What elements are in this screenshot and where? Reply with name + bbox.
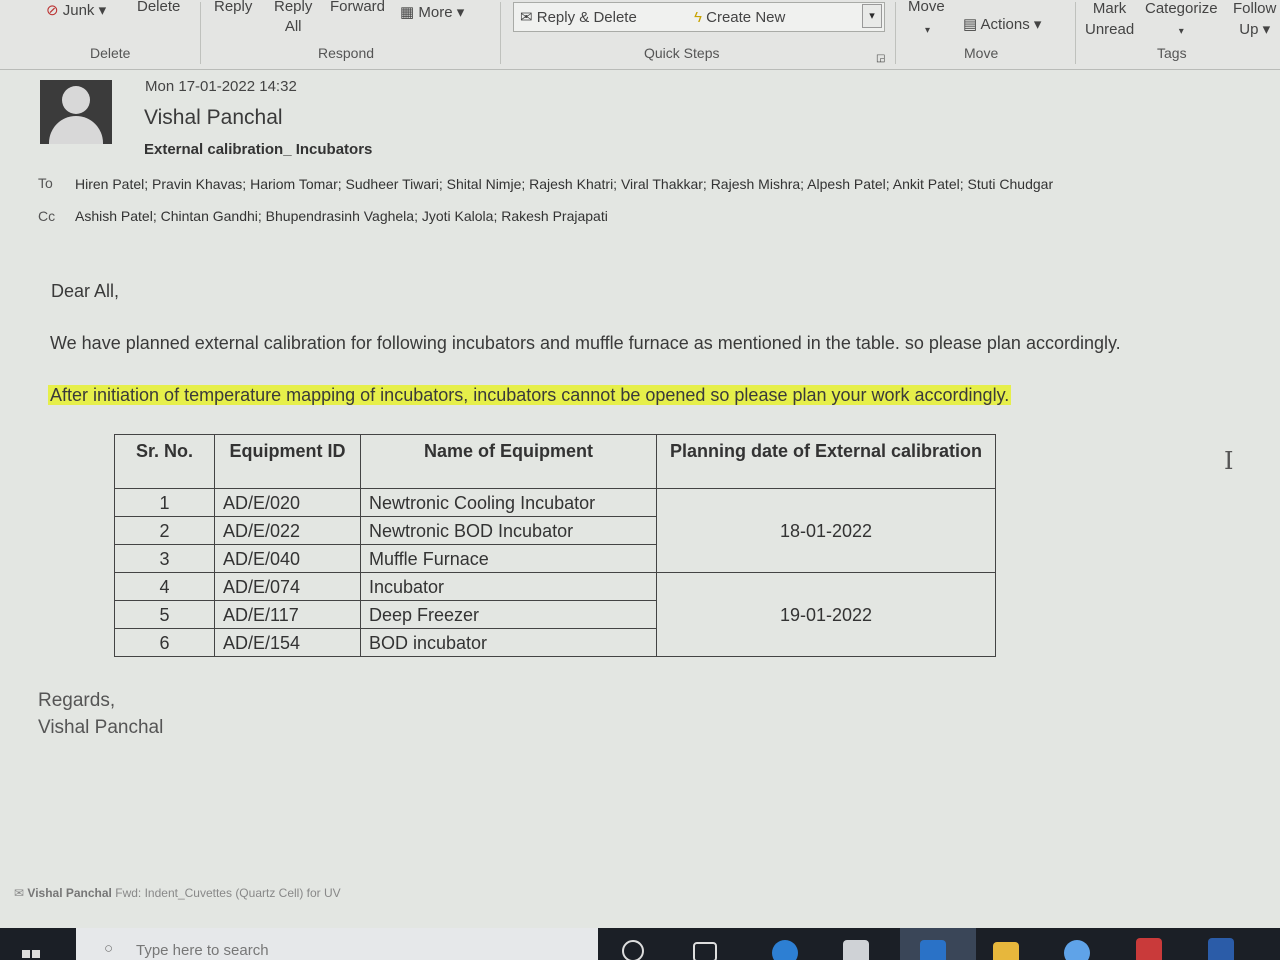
table-cell: AD/E/040 (214, 544, 361, 573)
highlighted-text: After initiation of temperature mapping … (48, 385, 1012, 405)
body-paragraph-1: We have planned external calibration for… (50, 333, 1121, 353)
reply-all-button[interactable]: Reply All (274, 0, 312, 35)
table-cell: Muffle Furnace (360, 544, 657, 573)
lightning-icon: ϟ (694, 9, 702, 26)
table-cell-date: 19-01-2022 (656, 572, 996, 657)
move-button[interactable]: Move (908, 0, 945, 15)
ribbon-separator (1075, 2, 1076, 64)
app-icon[interactable] (1136, 938, 1162, 960)
taskbar: ○ Type here to search (0, 928, 1280, 960)
table-cell: 1 (114, 488, 215, 517)
sender-avatar (40, 80, 112, 144)
junk-icon: ⊘ (46, 2, 59, 19)
person-icon (62, 86, 90, 114)
task-view-icon[interactable] (693, 942, 717, 960)
reply-delete-quickstep[interactable]: ✉ Reply & Delete (520, 9, 637, 26)
mark-unread-button[interactable]: Mark Unread (1085, 0, 1134, 38)
group-label-quick-steps: Quick Steps (644, 45, 720, 61)
more-icon: ▦ (400, 4, 415, 21)
table-header: Sr. No. (114, 434, 215, 489)
ribbon-separator (500, 2, 501, 64)
table-cell: 3 (114, 544, 215, 573)
table-cell: AD/E/022 (214, 516, 361, 545)
table-cell: BOD incubator (360, 628, 657, 657)
table-cell: 6 (114, 628, 215, 657)
table-header-row: Sr. No. Equipment ID Name of Equipment P… (114, 434, 996, 489)
table-cell: Incubator (360, 572, 657, 601)
word-icon[interactable] (1208, 938, 1234, 960)
signature: Vishal Panchal (38, 717, 164, 738)
ribbon: ⊘ Junk ▾ Delete Reply Reply All Forward … (0, 0, 1280, 70)
actions-button[interactable]: ▤ Actions ▾ (963, 16, 1041, 33)
table-cell: AD/E/074 (214, 572, 361, 601)
related-message[interactable]: ✉ Vishal Panchal Fwd: Indent_Cuvettes (Q… (14, 886, 341, 900)
dialog-launcher-icon[interactable]: ◲ (876, 50, 885, 67)
cc-recipients[interactable]: Ashish Patel; Chintan Gandhi; Bhupendras… (75, 208, 608, 224)
ribbon-separator (895, 2, 896, 64)
email-date: Mon 17-01-2022 14:32 (145, 78, 297, 95)
edge-browser-icon[interactable] (772, 940, 798, 960)
internet-explorer-icon[interactable] (1064, 940, 1090, 960)
categorize-button[interactable]: Categorize ▾ (1145, 0, 1218, 40)
table-cell-date: 18-01-2022 (656, 488, 996, 573)
table-row: 4 AD/E/074 Incubator 19-01-2022 (114, 572, 996, 657)
quick-steps-scroll[interactable]: ▾ (862, 4, 882, 28)
table-header: Planning date of External calibration (656, 434, 996, 489)
table-row: 1 AD/E/020 Newtronic Cooling Incubator 1… (114, 488, 996, 573)
table-cell: AD/E/117 (214, 600, 361, 629)
table-cell: Deep Freezer (360, 600, 657, 629)
table-cell: Newtronic Cooling Incubator (360, 488, 657, 517)
delete-button[interactable]: Delete (137, 0, 180, 15)
reply-button[interactable]: Reply (214, 0, 252, 15)
forward-button[interactable]: Forward (330, 0, 385, 15)
search-icon: ○ (104, 940, 114, 957)
ribbon-separator (200, 2, 201, 64)
cortana-icon[interactable] (622, 940, 644, 960)
more-button[interactable]: ▦ More ▾ (400, 4, 464, 21)
table-cell: 5 (114, 600, 215, 629)
file-explorer-icon[interactable] (993, 942, 1019, 960)
windows-start-icon[interactable] (22, 944, 52, 960)
chevron-down-icon: ▾ (925, 25, 931, 36)
greeting: Dear All, (51, 281, 120, 301)
email-subject: External calibration_ Incubators (144, 141, 373, 158)
table-cell: AD/E/154 (214, 628, 361, 657)
group-label-delete: Delete (90, 45, 131, 61)
reply-delete-icon: ✉ (520, 9, 533, 26)
create-new-quickstep[interactable]: ϟ Create New (694, 9, 785, 26)
to-label: To (38, 175, 53, 191)
calibration-table: Sr. No. Equipment ID Name of Equipment P… (114, 434, 996, 657)
regards: Regards, (38, 690, 116, 711)
group-label-move: Move (964, 45, 999, 61)
actions-icon: ▤ (963, 16, 978, 33)
table-header: Name of Equipment (360, 434, 657, 489)
table-cell: 4 (114, 572, 215, 601)
follow-up-button[interactable]: Follow Up ▾ (1233, 0, 1276, 38)
table-cell: 2 (114, 516, 215, 545)
cc-label: Cc (38, 208, 56, 224)
to-recipients[interactable]: Hiren Patel; Pravin Khavas; Hariom Tomar… (75, 176, 1053, 192)
group-label-tags: Tags (1157, 45, 1187, 61)
junk-button[interactable]: ⊘ Junk ▾ (46, 2, 106, 19)
group-label-respond: Respond (318, 45, 375, 61)
sender-name[interactable]: Vishal Panchal (144, 106, 283, 130)
taskbar-search-input[interactable]: ○ Type here to search (76, 928, 598, 960)
table-header: Equipment ID (214, 434, 361, 489)
store-icon[interactable] (843, 940, 869, 960)
table-cell: AD/E/020 (214, 488, 361, 517)
outlook-icon[interactable] (920, 940, 946, 960)
text-cursor-icon: I (1224, 447, 1234, 475)
table-cell: Newtronic BOD Incubator (360, 516, 657, 545)
envelope-icon: ✉ (14, 886, 25, 900)
body-paragraph-2: After initiation of temperature mapping … (48, 385, 1012, 406)
